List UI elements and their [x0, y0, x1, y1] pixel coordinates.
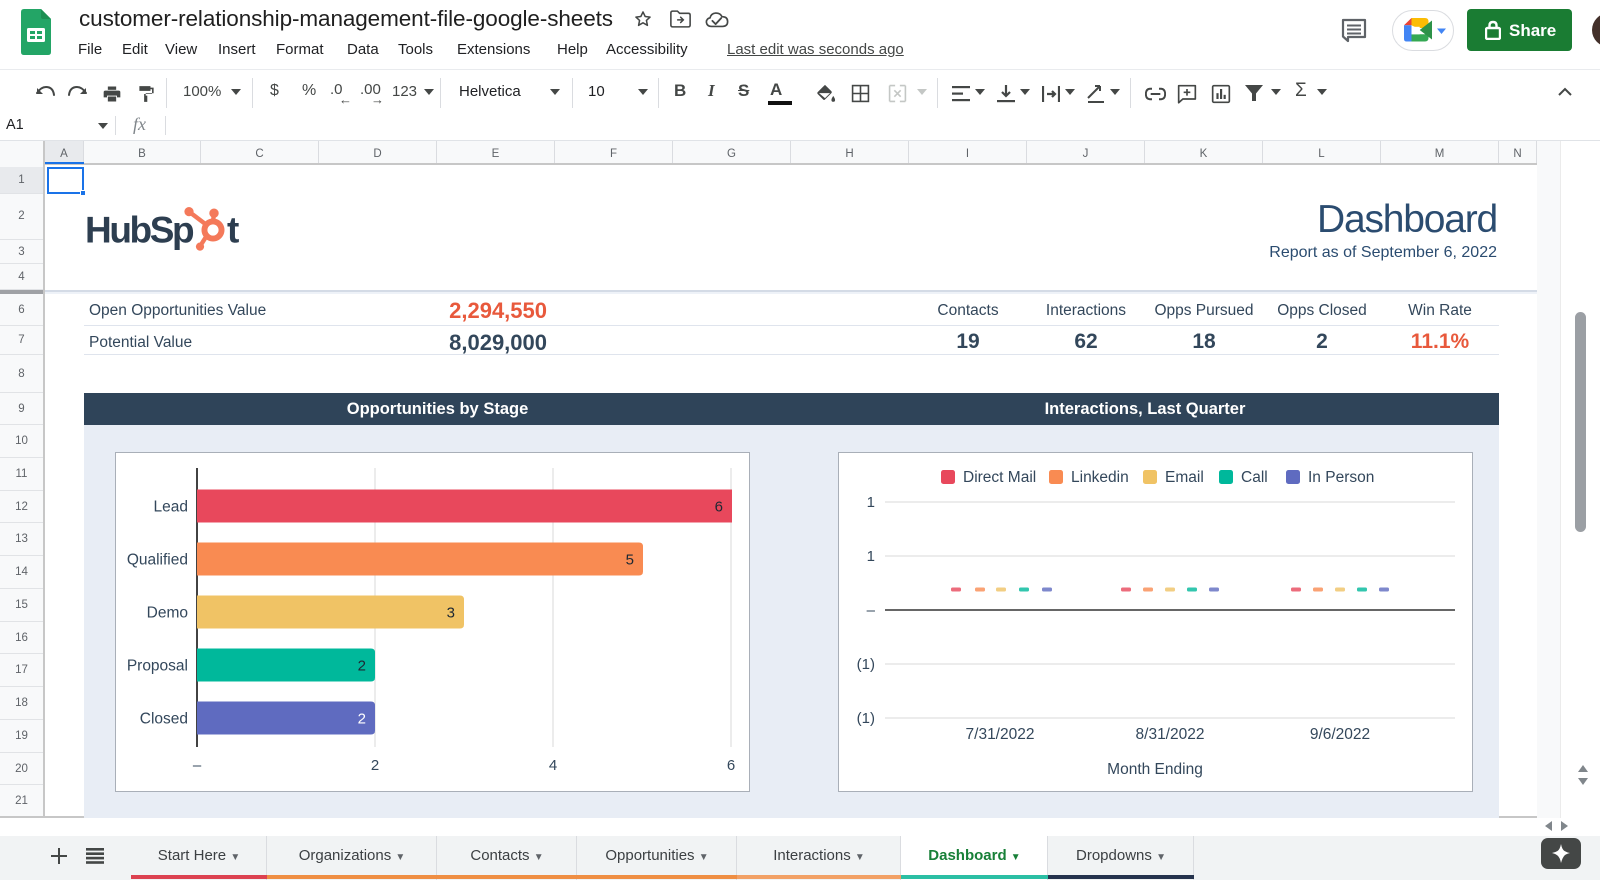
svg-text:5: 5 [626, 552, 634, 569]
svg-text:7/31/2022: 7/31/2022 [966, 726, 1035, 743]
svg-text:2: 2 [358, 658, 366, 675]
svg-text:1: 1 [867, 548, 875, 565]
svg-text:Month Ending: Month Ending [1107, 761, 1203, 778]
svg-text:–: – [193, 757, 202, 774]
svg-text:9/6/2022: 9/6/2022 [1310, 726, 1370, 743]
svg-text:2: 2 [358, 711, 366, 728]
svg-text:6: 6 [715, 499, 723, 516]
svg-text:6: 6 [727, 757, 735, 774]
svg-text:In Person: In Person [1308, 469, 1374, 486]
svg-text:Direct Mail: Direct Mail [963, 469, 1036, 486]
svg-text:Proposal: Proposal [127, 658, 188, 675]
svg-text:Closed: Closed [140, 711, 188, 728]
svg-text:3: 3 [447, 605, 455, 622]
svg-text:1: 1 [867, 494, 875, 511]
svg-text:(1): (1) [857, 710, 875, 727]
svg-text:Email: Email [1165, 469, 1204, 486]
svg-text:Qualified: Qualified [127, 552, 188, 569]
svg-text:HubSp: HubSp [85, 210, 194, 251]
svg-text:Demo: Demo [147, 605, 188, 622]
svg-text:8/31/2022: 8/31/2022 [1136, 726, 1205, 743]
svg-text:–: – [867, 602, 876, 619]
svg-text:t: t [227, 210, 239, 251]
svg-text:(1): (1) [857, 656, 875, 673]
svg-text:Call: Call [1241, 469, 1268, 486]
svg-text:Lead: Lead [154, 499, 188, 516]
svg-text:2: 2 [371, 757, 379, 774]
svg-text:4: 4 [549, 757, 557, 774]
svg-text:Linkedin: Linkedin [1071, 469, 1129, 486]
